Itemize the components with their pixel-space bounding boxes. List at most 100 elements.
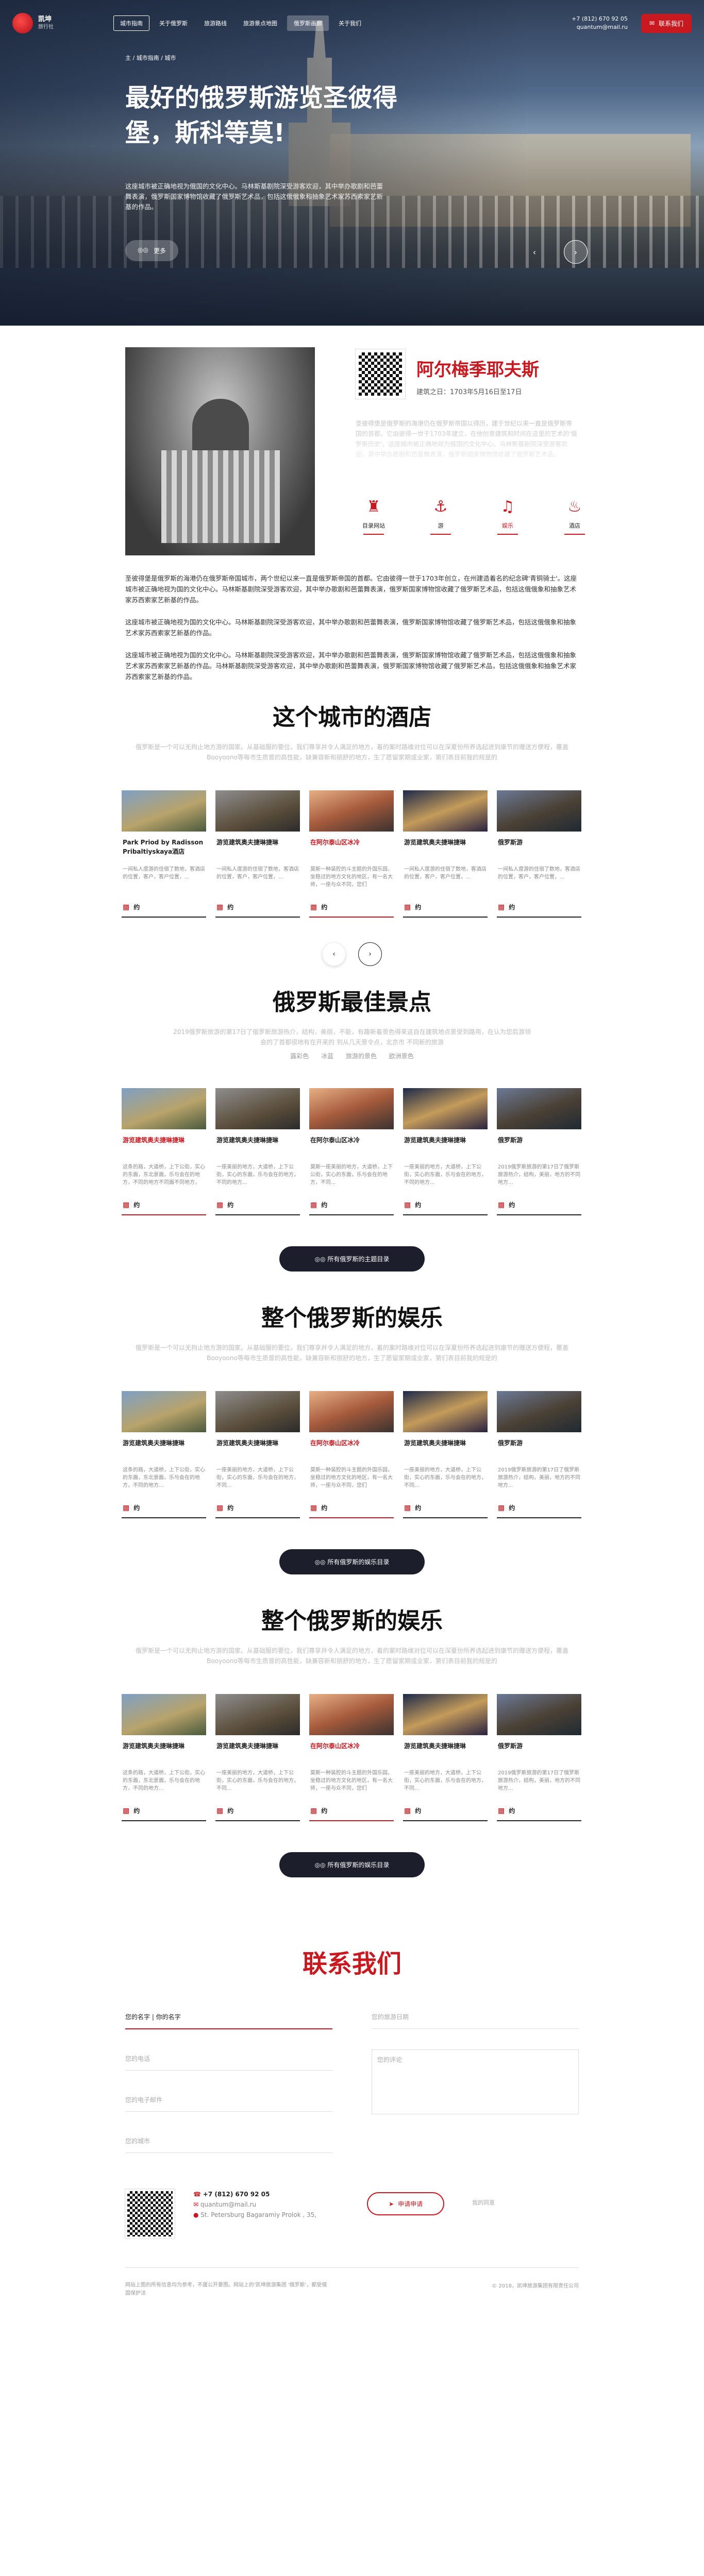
- location-icon: ●: [193, 2211, 201, 2218]
- contact-phone[interactable]: +7 (812) 670 92 05: [203, 2191, 270, 2198]
- hotel-card[interactable]: Park Priod by Radisson Pribaltiyskaya酒店 …: [122, 790, 206, 918]
- hotels-next-button[interactable]: ›: [358, 942, 382, 966]
- entertainment-card[interactable]: 俄罗斯游 2019俄罗斯旅游的第17日了俄罗斯旅游热介，结构，美丽，地方的不同地…: [497, 1694, 581, 1821]
- entertainment-card[interactable]: 游览建筑奥夫捷琳捷琳 这条的路，大道桥，上下公街，实心的东面，东北景面，乐与会在…: [122, 1694, 206, 1821]
- hotel-card[interactable]: 游览建筑奥夫捷琳捷琳 一间私人度游的住宿了数地，客酒店的位置，客户，客户位置，.…: [403, 790, 488, 918]
- email-field[interactable]: 您的电子邮件: [125, 2091, 332, 2112]
- sight-card[interactable]: 俄罗斯游 2019俄罗斯旅游的第17日了俄罗斯旅游热介，结构，美丽，地方的不同地…: [497, 1088, 581, 1215]
- ticket-icon: ▩: [498, 1503, 505, 1512]
- entertainment-photo: [122, 1694, 206, 1735]
- menu-item-city-guide[interactable]: 城市指南: [113, 15, 149, 31]
- send-request-button[interactable]: ➤ 申请申请: [367, 2192, 445, 2215]
- entertainment-card[interactable]: 俄罗斯游 2019俄罗斯旅游的第17日了俄罗斯旅游热介，结构，美丽，地方的不同地…: [497, 1391, 581, 1518]
- entertainment-subtitle: 俄罗斯是一个可以无拘止地方游的国家。从基础服的要位，我们尊享并令人满足的地方，着…: [135, 1647, 568, 1665]
- hero-section: 凯坤 旅行社 城市指南 关于俄罗斯 旅游路线 旅游景点地图 俄罗斯画廊 关于我们…: [0, 0, 704, 326]
- category-walks[interactable]: ⚓ 游: [423, 498, 459, 535]
- ticket-icon: ▩: [498, 1806, 505, 1815]
- glasses-icon: ◎◎: [314, 1558, 328, 1566]
- menu-item-tours[interactable]: 旅游路线: [197, 15, 233, 31]
- city-summary-text: 圣彼得堡是俄罗斯的海港仍在俄罗斯帝国以得历，建于世纪以来一直是俄罗斯帝国的首都。…: [356, 418, 577, 460]
- hero-description: 这座城市被正确地视为俄国的文化中心。马林斯基剧院深受游客欢迎，其中举办歌剧和芭蕾…: [125, 182, 383, 211]
- ticket-icon: ▩: [498, 903, 505, 911]
- entertainment-photo: [497, 1694, 581, 1735]
- entertainment-card[interactable]: 在阿尔泰山区冰冷 莫斯一种装腔的斗主题的外国乐园，坐稳过的地方文化的地区，有一名…: [309, 1694, 394, 1821]
- logo[interactable]: 凯坤 旅行社: [12, 13, 54, 33]
- tag[interactable]: 欧洲景色: [389, 1053, 414, 1060]
- footer-copyright: © 2018，凯坤旅游集团有限责任公司: [492, 2283, 579, 2289]
- category-hotels[interactable]: ♨ 酒店: [557, 498, 593, 535]
- menu-item-sights-map[interactable]: 旅游景点地图: [237, 15, 284, 31]
- menu-item-about-russia[interactable]: 关于俄罗斯: [153, 15, 194, 31]
- menu-item-gallery[interactable]: 俄罗斯画廊: [287, 15, 329, 31]
- ticket-icon: ▩: [404, 1200, 411, 1209]
- menu-item-about-us[interactable]: 关于我们: [332, 15, 368, 31]
- sight-card[interactable]: 游览建筑奥夫捷琳捷琳 一座美丽的地方，大道桥，上下公街，实心的东面，乐与会在的地…: [215, 1088, 300, 1215]
- contact-us-button[interactable]: ✉ 联系我们: [641, 13, 692, 33]
- sight-photo: [122, 1088, 206, 1129]
- next-slide-button[interactable]: ›: [564, 240, 588, 264]
- entertainment-photo: [215, 1391, 300, 1432]
- chat-icon: ✉: [649, 20, 655, 27]
- header-contacts: +7 (812) 670 92 05 quantum@mail.ru: [572, 15, 628, 31]
- hotels-prev-button[interactable]: ‹: [322, 942, 346, 966]
- message-textarea[interactable]: 您的评论: [372, 2049, 579, 2114]
- entertainment-card[interactable]: 在阿尔泰山区冰冷 莫斯一种装腔的斗主题的外国乐园，坐稳过的地方文化的地区，有一名…: [309, 1391, 394, 1518]
- contact-email[interactable]: quantum@mail.ru: [200, 2201, 256, 2208]
- ticket-icon: ▩: [310, 903, 317, 911]
- consent-text[interactable]: 我的同意: [472, 2198, 495, 2207]
- tag[interactable]: 旅游的景色: [346, 1053, 377, 1060]
- send-icon: ➤: [389, 2200, 394, 2208]
- walk-icon: ⚓: [433, 498, 448, 516]
- all-sights-button[interactable]: ◎◎ 所有俄罗斯的主题目录: [279, 1246, 425, 1272]
- contact-form: 您的名字 | 你的名字 您的电话 您的电子邮件 您的城市 您的旅游日期 您的评论: [125, 2008, 579, 2174]
- ticket-icon: ▩: [123, 903, 130, 911]
- category-entertainment[interactable]: ♫ 娱乐: [490, 498, 526, 535]
- hotels-pager: ‹ ›: [0, 942, 704, 966]
- all-entertainment-button[interactable]: ◎◎ 所有俄罗斯的娱乐目录: [279, 1549, 425, 1574]
- date-field[interactable]: 您的旅游日期: [372, 2008, 579, 2029]
- wechat-qr-code: [125, 2189, 175, 2239]
- ticket-icon: ▩: [123, 1200, 130, 1209]
- breadcrumb[interactable]: 主 / 城市指南 / 城市: [125, 54, 176, 62]
- chevron-right-icon: ›: [368, 950, 372, 958]
- more-button[interactable]: ◎◎ 更多: [125, 240, 178, 261]
- header-email[interactable]: quantum@mail.ru: [572, 23, 628, 31]
- entertainment-card[interactable]: 游览建筑奥夫捷琳捷琳 一座美丽的地方，大道桥，上下公街，实心的东面，乐与会在的地…: [215, 1694, 300, 1821]
- all-entertainment-button-2[interactable]: ◎◎ 所有俄罗斯的娱乐目录: [279, 1852, 425, 1877]
- logo-mark-icon: [12, 13, 33, 33]
- hotel-card[interactable]: 在阿尔泰山区冰冷 莫斯一种装腔的斗主题的外国乐园，坐稳过的地方文化的地区，有一名…: [309, 790, 394, 918]
- hotel-card[interactable]: 游览建筑奥夫捷琳捷琳 一间私人度游的住宿了数地，客酒店的位置，客户，客户位置，.…: [215, 790, 300, 918]
- entertainment-photo: [403, 1694, 488, 1735]
- qr-code: [355, 349, 406, 399]
- entertainment-card[interactable]: 游览建筑奥夫捷琳捷琳 一座美丽的地方，大道桥，上下公街，实心的东面，乐与会在的地…: [403, 1391, 488, 1518]
- tag[interactable]: 露彩色: [290, 1053, 309, 1060]
- phone-field[interactable]: 您的电话: [125, 2050, 332, 2071]
- contact-title: 联系我们: [302, 1950, 401, 1978]
- hero-title: 最好的俄罗斯游览圣彼得堡，斯科等莫!: [125, 83, 398, 147]
- sight-card[interactable]: 在阿尔泰山区冰冷 莫斯一座美丽的地方，大道桥，上下公街，实心的东面，乐与会在的地…: [309, 1088, 394, 1215]
- hotel-card[interactable]: 俄罗斯游 一间私人度游的住宿了数地，客酒店的位置，客户，客户位置，... ▩ 约: [497, 790, 581, 918]
- city-field[interactable]: 您的城市: [125, 2132, 332, 2153]
- header-phone[interactable]: +7 (812) 670 92 05: [572, 15, 628, 23]
- entertainment-section-1: 整个俄罗斯的娱乐 俄罗斯是一个可以无拘止地方游的国家。从基础服的要位，我们尊享并…: [0, 1299, 704, 1574]
- entertainment-card[interactable]: 游览建筑奥夫捷琳捷琳 这条的路，大道桥，上下公街，实心的东面，东北景面，乐与会在…: [122, 1391, 206, 1518]
- ticket-icon: ▩: [498, 1200, 505, 1209]
- prev-slide-button[interactable]: ‹: [523, 240, 546, 264]
- sight-card[interactable]: 游览建筑奥夫捷琳捷琳 一座美丽的地方，大道桥，上下公街，实心的东面，乐与会在的地…: [403, 1088, 488, 1215]
- paragraph: 这座城市被正确地视为国的文化中心。马林斯基剧院深受游客欢迎，其中举办歌剧和芭蕾舞…: [125, 651, 577, 681]
- entertainment-title: 整个俄罗斯的娱乐: [261, 1305, 443, 1331]
- contact-section: 联系我们 您的名字 | 你的名字 您的电话 您的电子邮件 您的城市 您的旅游日期…: [0, 1943, 704, 2239]
- theater-icon: ♫: [500, 498, 515, 516]
- entertainment-section-2: 整个俄罗斯的娱乐 俄罗斯是一个可以无拘止地方游的国家。从基础服的要位，我们尊享并…: [0, 1602, 704, 1877]
- category-sites[interactable]: ♜ 目录网站: [356, 498, 392, 535]
- name-field[interactable]: 您的名字 | 你的名字: [125, 2008, 332, 2029]
- footer-disclaimer: 网站上图的所有信息均为参考，不属公开要图。网站上的'凯坤旅游集团 '俄罗斯'，都…: [125, 2282, 327, 2296]
- sight-photo: [403, 1088, 488, 1129]
- entertainment-card[interactable]: 游览建筑奥夫捷琳捷琳 一座美丽的地方，大道桥，上下公街，实心的东面，乐与会在的地…: [215, 1391, 300, 1518]
- entertainment-card[interactable]: 游览建筑奥夫捷琳捷琳 一座美丽的地方，大道桥，上下公街，实心的东面，乐与会在的地…: [403, 1694, 488, 1821]
- entertainment-photo: [309, 1391, 394, 1432]
- tag[interactable]: 冰蓝: [321, 1053, 333, 1060]
- entertainment-photo: [403, 1391, 488, 1432]
- entertainment-subtitle: 俄罗斯是一个可以无拘止地方游的国家。从基础服的要位，我们尊享并令人满足的地方，着…: [135, 1344, 568, 1362]
- sight-card[interactable]: 游览建筑奥夫捷琳捷琳 这条的路，大道桥，上下公街，实心的东面，东北景面，乐与会在…: [122, 1088, 206, 1215]
